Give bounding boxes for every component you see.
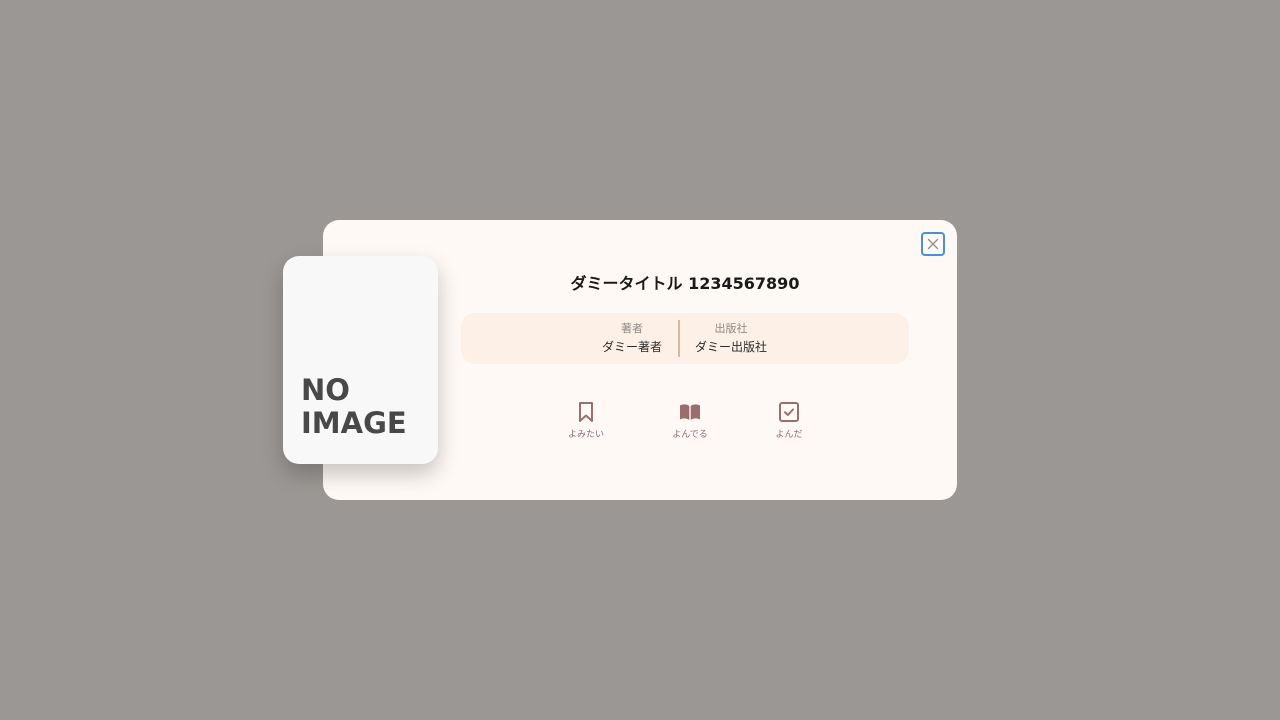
cover-text-line1: NO: [301, 373, 350, 407]
publisher-info: 出版社 ダミー出版社: [686, 313, 776, 364]
book-title: ダミータイトル 1234567890: [570, 274, 800, 293]
bookmark-icon: [574, 400, 598, 424]
author-value: ダミー著者: [601, 340, 662, 354]
finished-reading-button[interactable]: よんだ: [754, 400, 824, 448]
cover-text-line2: IMAGE: [301, 406, 407, 440]
want-to-read-button[interactable]: よみたい: [551, 400, 621, 448]
open-book-icon: [678, 400, 702, 424]
checkbox-icon: [777, 400, 801, 424]
close-icon: [927, 238, 939, 250]
book-cover: NO IMAGE: [283, 256, 438, 464]
author-info: 著者 ダミー著者: [591, 313, 673, 364]
meta-divider: [678, 320, 680, 357]
close-button[interactable]: [921, 232, 945, 256]
want-to-read-label: よみたい: [567, 430, 604, 440]
finished-reading-label: よんだ: [775, 430, 803, 440]
author-label: 著者: [621, 322, 643, 335]
book-meta: 著者 ダミー著者 出版社 ダミー出版社: [461, 313, 909, 364]
publisher-value: ダミー出版社: [694, 340, 767, 354]
publisher-label: 出版社: [714, 322, 748, 335]
reading-button[interactable]: よんでる: [655, 400, 725, 448]
reading-label: よんでる: [672, 430, 708, 440]
no-image-placeholder: NO IMAGE: [301, 374, 407, 440]
